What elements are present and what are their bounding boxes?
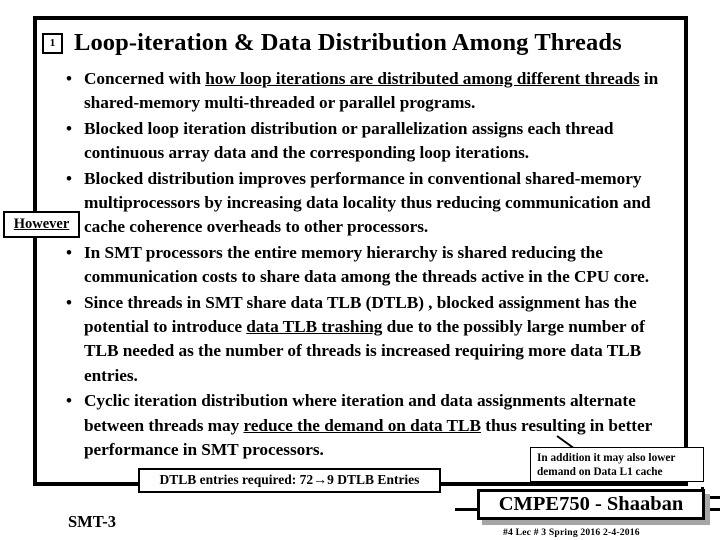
addition-note-callout: In addition it may also lower demand on … [530,447,704,482]
bullet-marker-icon: • [66,118,72,138]
bullet-list: • Concerned with how loop iterations are … [62,67,680,464]
bullet-segment: Blocked loop iteration distribution or p… [84,118,614,163]
right-arrow-icon: → [313,473,328,488]
addition-note-line-2: demand on Data L1 cache [537,466,663,478]
addition-note-line-1: In addition it may also lower [537,452,676,464]
bullet-text: Blocked distribution improves performanc… [84,167,680,240]
slide-number-badge: 1 [42,32,63,54]
bullet-emphasis: reduce the demand on data TLB [243,415,481,435]
bullet-emphasis: how loop iterations are distributed amon… [205,69,640,88]
bullet-marker-icon: • [66,242,72,262]
footer-group: CMPE750 - Shaaban #4 Lec # 3 Spring 2016… [455,487,720,540]
dtlb-entries-label: DTLB entries required: 72→9 DTLB Entries [160,472,420,489]
bullet-item: • Blocked loop iteration distribution or … [62,117,680,166]
bullet-item: • Concerned with how loop iterations are … [62,67,680,116]
bullet-segment: Concerned with [84,69,206,88]
slide-number-label: 1 [49,36,56,49]
bullet-item: • Since threads in SMT share data TLB (DT… [62,291,680,389]
however-callout: However [3,211,80,238]
bullet-emphasis: data TLB trashing [246,317,383,337]
bullet-text: In SMT processors the entire memory hier… [84,241,680,290]
slide-caption: SMT-3 [68,512,116,531]
dtlb-entries-prefix: DTLB entries required: 72 [159,472,314,487]
bullet-segment: Blocked distribution improves performanc… [84,168,651,237]
bullet-marker-icon: • [66,69,72,88]
footer-meta-text: #4 Lec # 3 Spring 2016 2-4-2016 [503,527,640,538]
however-label: However [13,216,70,232]
dtlb-entries-callout: DTLB entries required: 72→9 DTLB Entries [138,468,441,493]
bullet-marker-icon: • [66,168,72,188]
bullet-marker-icon: • [66,292,72,312]
dtlb-entries-suffix: 9 DTLB Entries [327,472,420,487]
bullet-item: • In SMT processors the entire memory hie… [62,241,680,290]
bullet-text: Since threads in SMT share data TLB (DTL… [84,291,680,389]
footer-rule-left [455,508,479,511]
bullet-marker-icon: • [66,391,72,411]
footer-title-box: CMPE750 - Shaaban [477,489,705,520]
page-title: Loop-iteration & Data Distribution Among… [74,29,622,56]
bullet-text: Blocked loop iteration distribution or p… [84,117,680,166]
slide-title-row: 1 Loop-iteration & Data Distribution Amo… [42,24,682,62]
bullet-segment: In SMT processors the entire memory hier… [84,242,650,287]
footer-course-title: CMPE750 - Shaaban [498,493,684,515]
bullet-item: • Blocked distribution improves performan… [62,167,680,240]
bullet-text: Concerned with how loop iterations are d… [84,67,680,116]
